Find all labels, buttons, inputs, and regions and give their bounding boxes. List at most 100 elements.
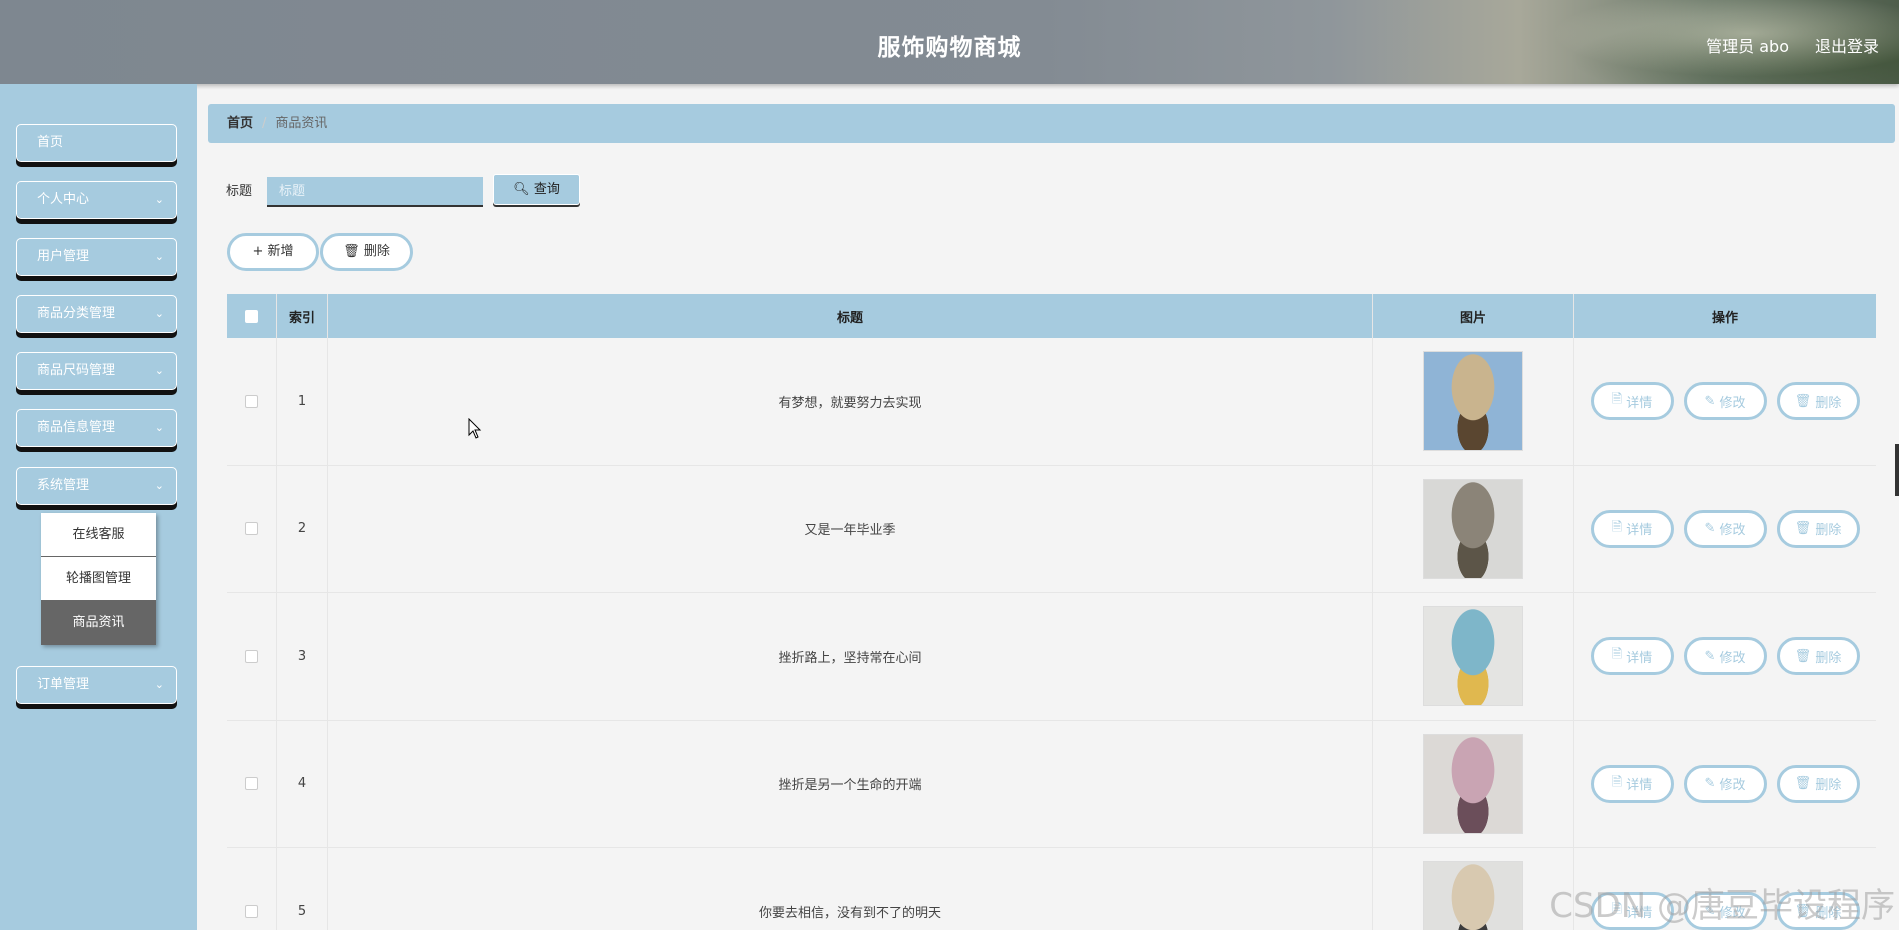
pencil-icon: ✎︎ [1704, 521, 1716, 537]
detail-button[interactable]: 🗎︎ 详情 [1590, 382, 1674, 421]
news-table: 索引 标题 图片 操作 1 有梦想，就要努力去实现 🗎︎ 详情 ✎︎ 修改 🗑︎… [227, 294, 1876, 930]
sidebar-item-category-management[interactable]: 商品分类管理 ⌄ [16, 295, 177, 333]
breadcrumb-separator: / [262, 116, 267, 131]
row-checkbox[interactable] [245, 522, 258, 536]
table-row: 2 又是一年毕业季 🗎︎ 详情 ✎︎ 修改 🗑︎ 删除 [227, 465, 1876, 593]
edit-label: 修改 [1719, 523, 1746, 539]
mouse-cursor-icon [468, 418, 482, 439]
row-image-cell [1373, 338, 1574, 465]
delete-button[interactable]: 🗑︎ 删除 [1776, 382, 1860, 421]
row-actions: 🗎︎ 详情 ✎︎ 修改 🗑︎ 删除 [1574, 721, 1876, 848]
trash-icon: 🗑︎ [343, 244, 360, 259]
batch-delete-button[interactable]: 🗑︎ 删除 [320, 233, 413, 271]
row-checkbox-cell [227, 593, 277, 720]
detail-label: 详情 [1626, 395, 1653, 411]
row-index: 4 [277, 720, 328, 847]
product-photo[interactable] [1423, 861, 1523, 930]
delete-label: 删除 [1815, 523, 1842, 539]
submenu-item-carousel-management[interactable]: 轮播图管理 [41, 557, 156, 601]
sidebar-item-product-management[interactable]: 商品信息管理 ⌄ [16, 409, 177, 447]
plus-icon: + [252, 244, 264, 259]
table-header: 索引 标题 图片 操作 [227, 294, 1876, 338]
edit-button[interactable]: ✎︎ 修改 [1683, 382, 1767, 421]
row-title: 又是一年毕业季 [328, 465, 1373, 592]
edit-button[interactable]: ✎︎ 修改 [1683, 509, 1767, 548]
select-all-checkbox[interactable] [245, 309, 258, 323]
chevron-down-icon: ⌄ [154, 307, 164, 320]
row-checkbox[interactable] [245, 777, 258, 791]
row-actions: 🗎︎ 详情 ✎︎ 修改 🗑︎ 删除 [1574, 593, 1876, 720]
logout-link[interactable]: 退出登录 [1815, 33, 1879, 57]
edit-label: 修改 [1719, 650, 1746, 666]
row-checkbox[interactable] [245, 394, 258, 408]
delete-label: 删除 [1815, 395, 1842, 411]
table-row: 1 有梦想，就要努力去实现 🗎︎ 详情 ✎︎ 修改 🗑︎ 删除 [227, 338, 1876, 466]
delete-button[interactable]: 🗑︎ 删除 [1776, 764, 1860, 803]
row-title: 有梦想，就要努力去实现 [328, 338, 1373, 465]
product-photo[interactable] [1423, 606, 1523, 707]
top-header: 服饰购物商城 管理员 abo 退出登录 [0, 0, 1899, 84]
row-checkbox-cell [227, 465, 277, 592]
search-label: 标题 [226, 184, 253, 199]
chevron-down-icon: ⌄ [154, 421, 164, 434]
row-actions: 🗎︎ 详情 ✎︎ 修改 🗑︎ 删除 [1574, 466, 1876, 593]
document-icon: 🗎︎ [1611, 647, 1623, 663]
row-checkbox-cell [227, 848, 277, 930]
breadcrumb-home[interactable]: 首页 [227, 116, 253, 131]
sidebar-item-size-management[interactable]: 商品尺码管理 ⌄ [16, 352, 177, 390]
sidebar-item-personal-center[interactable]: 个人中心 ⌄ [16, 181, 177, 219]
sidebar-item-system-management[interactable]: 系统管理 ⌄ [16, 467, 177, 505]
edit-label: 修改 [1719, 395, 1746, 411]
sidebar-item-home[interactable]: 首页 [16, 124, 177, 162]
search-button[interactable]: 🔍︎ 查询 [493, 174, 580, 205]
row-checkbox[interactable] [245, 904, 258, 918]
detail-button[interactable]: 🗎︎ 详情 [1590, 637, 1674, 676]
watermark: CSDN @唐豆毕设程序 [1549, 886, 1895, 926]
row-checkbox[interactable] [245, 649, 258, 663]
search-input[interactable] [267, 177, 483, 207]
admin-user-label: 管理员 abo [1706, 37, 1789, 56]
row-image-cell [1373, 465, 1574, 592]
chevron-down-icon: ⌄ [154, 193, 164, 206]
row-title: 你要去相信，没有到不了的明天 [328, 848, 1373, 930]
header-title: 标题 [328, 294, 1373, 338]
product-photo[interactable] [1423, 733, 1523, 834]
product-photo[interactable] [1423, 478, 1523, 579]
row-image-cell [1373, 593, 1574, 720]
submenu-item-product-news[interactable]: 商品资讯 [41, 601, 156, 645]
document-icon: 🗎︎ [1611, 774, 1623, 790]
detail-button[interactable]: 🗎︎ 详情 [1590, 764, 1674, 803]
detail-label: 详情 [1626, 650, 1653, 666]
trash-icon: 🗑︎ [1794, 648, 1812, 664]
search-icon: 🔍︎ [513, 182, 530, 197]
detail-button[interactable]: 🗎︎ 详情 [1590, 509, 1674, 548]
row-image-cell [1373, 720, 1574, 847]
submenu-item-online-service[interactable]: 在线客服 [41, 513, 156, 557]
pencil-icon: ✎︎ [1704, 776, 1716, 792]
product-photo[interactable] [1423, 351, 1523, 452]
edit-button[interactable]: ✎︎ 修改 [1683, 637, 1767, 676]
row-title: 挫折路上，坚持常在心间 [328, 593, 1373, 720]
sidebar-item-label: 首页 [37, 135, 64, 150]
add-button[interactable]: + 新增 [227, 233, 319, 271]
pencil-icon: ✎︎ [1704, 393, 1716, 409]
delete-button[interactable]: 🗑︎ 删除 [1776, 637, 1860, 676]
row-checkbox-cell [227, 720, 277, 847]
sidebar-item-label: 个人中心 [37, 192, 90, 207]
sidebar-item-label: 用户管理 [37, 249, 90, 264]
row-index: 1 [277, 338, 328, 465]
site-title: 服饰购物商城 [877, 35, 1022, 61]
sidebar-item-user-management[interactable]: 用户管理 ⌄ [16, 238, 177, 276]
page-scrollbar[interactable] [1895, 444, 1899, 496]
sidebar-item-order-management[interactable]: 订单管理 ⌄ [16, 666, 177, 704]
row-index: 2 [277, 465, 328, 592]
edit-button[interactable]: ✎︎ 修改 [1683, 764, 1767, 803]
search-button-label: 查询 [533, 182, 560, 197]
delete-button[interactable]: 🗑︎ 删除 [1776, 509, 1860, 548]
pencil-icon: ✎︎ [1704, 648, 1716, 664]
add-button-label: 新增 [267, 244, 294, 259]
breadcrumb-current: 商品资讯 [275, 116, 328, 131]
sidebar-item-label: 订单管理 [37, 677, 90, 692]
header-index: 索引 [277, 294, 328, 338]
sidebar-item-label: 商品尺码管理 [37, 363, 116, 378]
